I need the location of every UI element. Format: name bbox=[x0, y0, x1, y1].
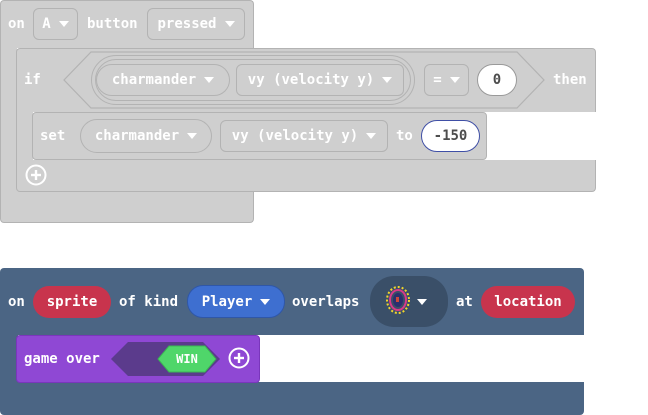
then-label: then bbox=[553, 72, 587, 88]
overlap-footer bbox=[0, 382, 584, 415]
sprite-dropdown[interactable]: charmander bbox=[96, 64, 230, 96]
win-boolean[interactable]: WIN bbox=[157, 345, 217, 373]
to-label: to bbox=[396, 128, 413, 144]
at-label: at bbox=[456, 294, 473, 310]
key-dropdown[interactable]: A bbox=[33, 8, 78, 40]
on-label: on bbox=[8, 16, 25, 32]
state-value: pressed bbox=[157, 16, 217, 32]
chevron-down-icon[interactable] bbox=[417, 299, 427, 305]
set-value: -150 bbox=[433, 128, 468, 144]
event-spine bbox=[0, 47, 17, 215]
set-property-dropdown[interactable]: vy (velocity y) bbox=[220, 120, 388, 152]
location-variable[interactable]: location bbox=[481, 286, 575, 318]
chevron-down-icon bbox=[366, 133, 377, 139]
compare-value-input[interactable]: 0 bbox=[477, 64, 517, 96]
state-dropdown[interactable]: pressed bbox=[147, 8, 245, 40]
set-sprite-dropdown[interactable]: charmander bbox=[80, 119, 212, 153]
sprite-variable-value: sprite bbox=[46, 294, 98, 310]
operator-dropdown[interactable]: = bbox=[424, 64, 469, 96]
compare-value: 0 bbox=[492, 72, 502, 88]
location-value: location bbox=[494, 294, 562, 310]
if-spine bbox=[16, 111, 33, 163]
sprite-image-icon bbox=[386, 286, 410, 314]
event-footer bbox=[0, 191, 254, 223]
kind-dropdown[interactable]: Player bbox=[187, 285, 285, 318]
chevron-down-icon bbox=[224, 21, 235, 27]
sprite-variable[interactable]: sprite bbox=[33, 286, 111, 318]
on-label: on bbox=[8, 294, 25, 310]
chevron-down-icon bbox=[260, 298, 271, 305]
set-sprite-value: charmander bbox=[94, 128, 180, 144]
of-kind-label: of kind bbox=[119, 294, 179, 310]
chevron-down-icon bbox=[187, 133, 198, 139]
property-value: vy (velocity y) bbox=[247, 72, 375, 88]
overlaps-label: overlaps bbox=[292, 294, 360, 310]
chevron-down-icon bbox=[382, 77, 393, 83]
set-value-input[interactable]: -150 bbox=[421, 120, 480, 152]
if-label: if bbox=[24, 72, 41, 88]
chevron-down-icon bbox=[204, 77, 215, 83]
add-icon[interactable] bbox=[25, 164, 47, 186]
game-over-label: game over bbox=[24, 351, 100, 367]
chevron-down-icon bbox=[449, 77, 460, 83]
set-label: set bbox=[40, 128, 66, 144]
if-footer bbox=[16, 160, 596, 192]
win-value: WIN bbox=[176, 352, 198, 366]
property-dropdown[interactable]: vy (velocity y) bbox=[236, 64, 404, 96]
button-label: button bbox=[87, 16, 138, 32]
key-value: A bbox=[42, 16, 51, 32]
sprite-value: charmander bbox=[111, 72, 197, 88]
kind-value: Player bbox=[201, 293, 253, 310]
chevron-down-icon bbox=[58, 21, 69, 27]
set-property-value: vy (velocity y) bbox=[231, 128, 359, 144]
operator-value: = bbox=[433, 72, 442, 88]
add-icon[interactable] bbox=[228, 347, 250, 369]
